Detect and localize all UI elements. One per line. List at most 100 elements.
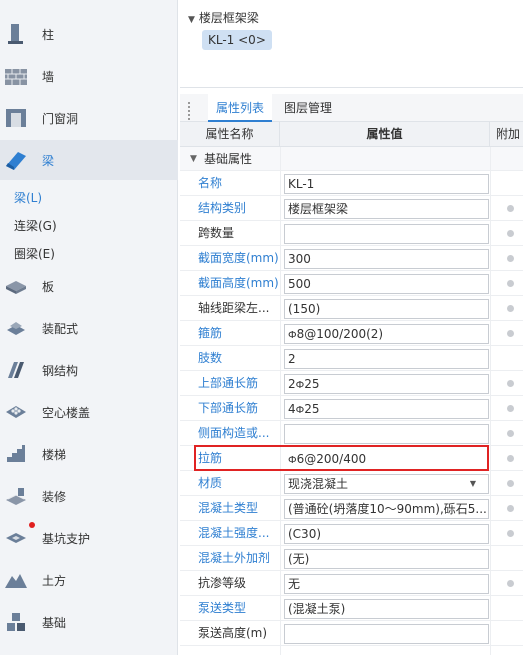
column-icon bbox=[4, 22, 28, 46]
property-value-input[interactable]: (无) bbox=[284, 549, 489, 569]
earthwork-icon bbox=[4, 568, 28, 592]
column-divider bbox=[490, 147, 491, 655]
property-value-text: 现浇混凝土 bbox=[288, 477, 349, 491]
collapse-arrow-icon[interactable]: ▼ bbox=[188, 15, 195, 25]
section-basic-properties[interactable]: ▼ 基础属性 bbox=[180, 147, 523, 171]
panel-tabs: 属性列表 图层管理 bbox=[180, 94, 523, 124]
sidebar-item-label: 门窗洞 bbox=[42, 111, 79, 126]
sidebar-item-hollow-floor[interactable]: 空心楼盖 bbox=[0, 392, 178, 432]
sidebar-item-slab[interactable]: 板 bbox=[0, 266, 178, 306]
property-row: 跨数量 bbox=[180, 221, 523, 246]
property-value-input[interactable]: 500 bbox=[284, 274, 489, 294]
property-value-input[interactable]: 2 bbox=[284, 349, 489, 369]
sidebar-item-prefab[interactable]: 装配式 bbox=[0, 308, 178, 348]
property-row: 名称 KL-1 bbox=[180, 171, 523, 196]
rebar-grade-symbol: Ф bbox=[295, 405, 305, 416]
wall-icon bbox=[4, 64, 28, 88]
property-value-text: 25 bbox=[304, 402, 320, 416]
sidebar-item-label: 装配式 bbox=[42, 321, 79, 336]
component-tree: ▼ 楼层框架梁 KL-1 <0> bbox=[180, 0, 523, 88]
sidebar-item-label: 板 bbox=[42, 279, 55, 294]
sidebar-item-stair[interactable]: 楼梯 bbox=[0, 434, 178, 474]
material-select[interactable]: 现浇混凝土 ▼ bbox=[284, 474, 489, 494]
additional-checkbox[interactable] bbox=[507, 580, 514, 587]
additional-checkbox[interactable] bbox=[507, 405, 514, 412]
header-property-name: 属性名称 bbox=[180, 122, 280, 147]
header-additional: 附加 bbox=[496, 127, 521, 141]
property-row: 肢数 2 bbox=[180, 346, 523, 371]
additional-checkbox[interactable] bbox=[507, 480, 514, 487]
property-name: 肢数 bbox=[198, 351, 223, 365]
sub-item-coupling-beam[interactable]: 连梁(G) bbox=[14, 217, 57, 234]
property-value-input[interactable]: (150) bbox=[284, 299, 489, 319]
additional-checkbox[interactable] bbox=[507, 280, 514, 287]
sidebar-item-earthwork[interactable]: 土方 bbox=[0, 560, 178, 600]
property-name: 泵送高度(m) bbox=[198, 626, 268, 640]
property-name: 上部通长筋 bbox=[198, 376, 259, 390]
property-name: 箍筋 bbox=[198, 326, 223, 340]
header-property-value: 属性值 bbox=[280, 122, 490, 147]
sub-item-ring-beam[interactable]: 圈梁(E) bbox=[14, 245, 55, 262]
sub-item-beam[interactable]: 梁(L) bbox=[14, 189, 42, 206]
property-value-input[interactable]: (普通砼(坍落度10～90mm),砾石5... bbox=[284, 499, 489, 519]
sidebar-item-label: 基础 bbox=[42, 615, 67, 630]
tree-node-frame-beam[interactable]: ▼ 楼层框架梁 bbox=[188, 9, 259, 26]
sidebar-item-wall[interactable]: 墙 bbox=[0, 56, 178, 96]
property-value-input[interactable] bbox=[284, 424, 489, 444]
additional-checkbox[interactable] bbox=[507, 230, 514, 237]
drag-handle-icon[interactable] bbox=[188, 101, 194, 124]
additional-checkbox[interactable] bbox=[507, 505, 514, 512]
additional-checkbox[interactable] bbox=[507, 380, 514, 387]
sidebar-item-steel[interactable]: 钢结构 bbox=[0, 350, 178, 390]
additional-checkbox[interactable] bbox=[507, 530, 514, 537]
property-value-input[interactable]: 无 bbox=[284, 574, 489, 594]
additional-checkbox[interactable] bbox=[507, 455, 514, 462]
property-value-prefix: 2 bbox=[288, 377, 296, 391]
property-name: 材质 bbox=[198, 476, 223, 490]
sidebar-item-foundation-pit[interactable]: 基坑支护 bbox=[0, 518, 178, 558]
property-value-input[interactable]: Ф8@100/200(2) bbox=[284, 324, 489, 344]
steel-structure-icon bbox=[4, 358, 28, 382]
sidebar-item-door-window[interactable]: 门窗洞 bbox=[0, 98, 178, 138]
notification-dot bbox=[29, 522, 35, 528]
property-value-prefix: 4 bbox=[288, 402, 296, 416]
property-value-input[interactable]: 楼层框架梁 bbox=[284, 199, 489, 219]
property-name: 抗渗等级 bbox=[198, 576, 247, 590]
property-name: 名称 bbox=[198, 176, 223, 190]
sidebar-item-column[interactable]: 柱 bbox=[0, 14, 178, 54]
sidebar-item-beam[interactable]: 梁 bbox=[0, 140, 178, 180]
property-value-input[interactable]: 4Ф25 bbox=[284, 399, 489, 419]
tab-layer-management[interactable]: 图层管理 bbox=[284, 94, 332, 122]
beam-icon bbox=[4, 148, 28, 172]
property-value-input[interactable] bbox=[284, 624, 489, 644]
sidebar-item-label: 空心楼盖 bbox=[42, 405, 91, 420]
sidebar-item-label: 基坑支护 bbox=[42, 531, 91, 546]
sidebar-item-foundation[interactable]: 基础 bbox=[0, 602, 178, 642]
collapse-arrow-icon[interactable]: ▼ bbox=[190, 147, 197, 171]
tree-node-selected[interactable]: KL-1 <0> bbox=[202, 30, 272, 50]
property-row: 截面宽度(mm) 300 bbox=[180, 246, 523, 271]
sidebar-item-decoration[interactable]: 装修 bbox=[0, 476, 178, 516]
additional-checkbox[interactable] bbox=[507, 205, 514, 212]
property-value-input[interactable] bbox=[284, 224, 489, 244]
property-value-input[interactable]: 300 bbox=[284, 249, 489, 269]
property-value-input[interactable]: 2Ф25 bbox=[284, 374, 489, 394]
tree-node-label: 楼层框架梁 bbox=[198, 11, 259, 25]
property-value-input[interactable]: (C30) bbox=[284, 524, 489, 544]
chevron-down-icon[interactable]: ▼ bbox=[470, 475, 476, 493]
additional-checkbox[interactable] bbox=[507, 255, 514, 262]
property-value-input[interactable]: KL-1 bbox=[284, 174, 489, 194]
rebar-grade-symbol: Ф bbox=[295, 380, 305, 391]
column-divider bbox=[280, 147, 281, 655]
property-row: 混凝土类型 (普通砼(坍落度10～90mm),砾石5... bbox=[180, 496, 523, 521]
stair-icon bbox=[4, 442, 28, 466]
property-value-input[interactable]: (混凝土泵) bbox=[284, 599, 489, 619]
sidebar-item-label: 楼梯 bbox=[42, 447, 67, 462]
additional-checkbox[interactable] bbox=[507, 330, 514, 337]
property-row: 上部通长筋 2Ф25 bbox=[180, 371, 523, 396]
property-row: 泵送类型 (混凝土泵) bbox=[180, 596, 523, 621]
additional-checkbox[interactable] bbox=[507, 305, 514, 312]
property-row: 下部通长筋 4Ф25 bbox=[180, 396, 523, 421]
tab-property-list[interactable]: 属性列表 bbox=[208, 94, 272, 122]
additional-checkbox[interactable] bbox=[507, 430, 514, 437]
